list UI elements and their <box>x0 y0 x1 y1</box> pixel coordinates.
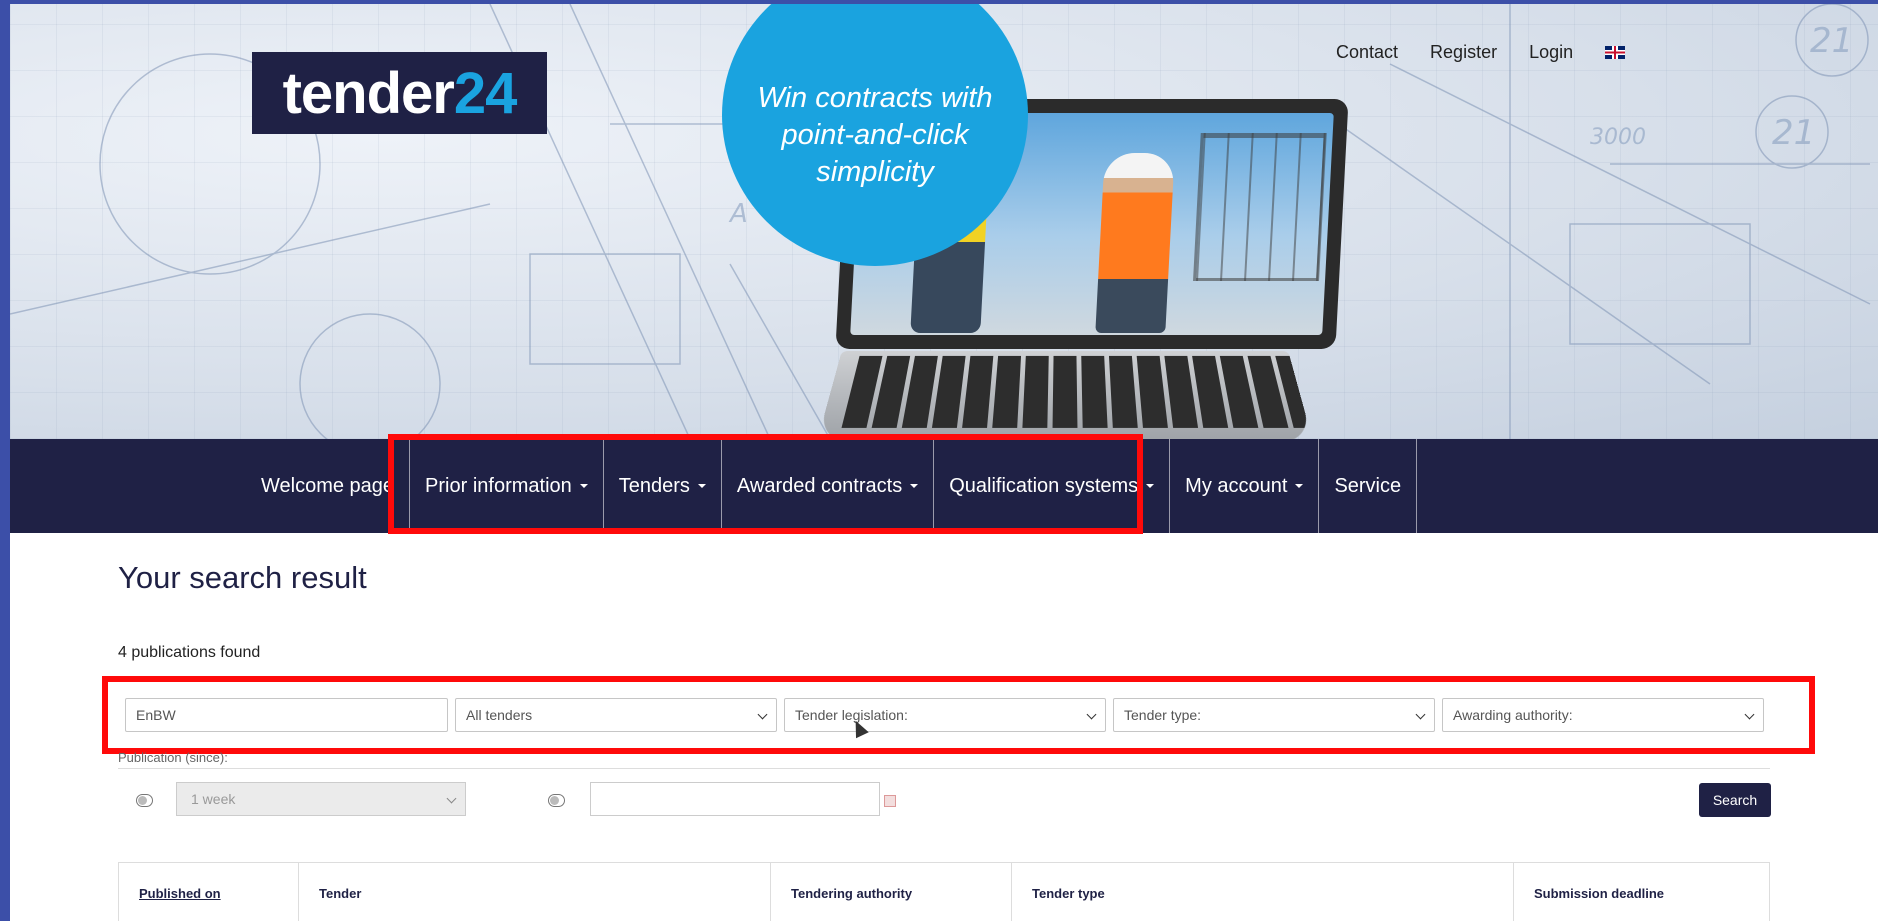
laptop-keyboard <box>817 351 1313 439</box>
column-submission-deadline: Submission deadline <box>1514 863 1769 921</box>
column-tendering-authority: Tendering authority <box>771 863 1012 921</box>
caret-down-icon <box>1146 484 1154 488</box>
tagline-text: Win contracts with point-and-click simpl… <box>745 80 1005 191</box>
chevron-down-icon <box>1745 710 1755 720</box>
search-input[interactable]: EnBW <box>125 698 448 732</box>
legislation-select-value: Tender legislation: <box>795 707 908 723</box>
page-title: Your search result <box>118 560 367 596</box>
nav-label: Awarded contracts <box>737 475 902 498</box>
caret-down-icon <box>910 484 918 488</box>
period-radio[interactable] <box>136 794 153 807</box>
chevron-down-icon <box>1416 710 1426 720</box>
worker-right <box>1095 153 1174 333</box>
login-link[interactable]: Login <box>1529 42 1573 63</box>
logo-text: tender <box>283 60 454 127</box>
date-radio[interactable] <box>548 794 565 807</box>
nav-label: Welcome page <box>261 475 394 498</box>
nav-label: Qualification systems <box>949 475 1138 498</box>
caret-down-icon <box>580 484 588 488</box>
search-button[interactable]: Search <box>1699 783 1771 817</box>
nav-item-qualification-systems[interactable]: Qualification systems <box>933 439 1169 533</box>
nav-item-welcome[interactable]: Welcome page <box>246 439 409 533</box>
scaffold-shape <box>1193 133 1327 281</box>
date-input[interactable] <box>590 782 880 816</box>
logo-number: 24 <box>454 60 517 127</box>
tenders-select[interactable]: All tenders <box>455 698 777 732</box>
hero-banner: 21 21 3000 A tender 24 Win contracts wit… <box>10 4 1878 439</box>
caret-down-icon <box>1295 484 1303 488</box>
nav-label: Tenders <box>619 475 690 498</box>
authority-select-value: Awarding authority: <box>1453 707 1573 723</box>
caret-down-icon <box>698 484 706 488</box>
chevron-down-icon <box>758 710 768 720</box>
contact-link[interactable]: Contact <box>1336 42 1398 63</box>
svg-text:21: 21 <box>1810 21 1853 61</box>
search-input-value: EnBW <box>136 707 176 723</box>
nav-label: Service <box>1334 475 1401 498</box>
nav-item-tenders[interactable]: Tenders <box>603 439 721 533</box>
nav-label: Prior information <box>425 475 572 498</box>
results-table-header: Published on Tender Tendering authority … <box>118 862 1770 921</box>
nav-item-awarded-contracts[interactable]: Awarded contracts <box>721 439 933 533</box>
nav-item-my-account[interactable]: My account <box>1169 439 1318 533</box>
nav-item-prior-information[interactable]: Prior information <box>409 439 603 533</box>
top-links: Contact Register Login <box>1336 42 1625 63</box>
column-tender: Tender <box>299 863 771 921</box>
page: 21 21 3000 A tender 24 Win contracts wit… <box>10 4 1878 921</box>
period-select[interactable]: 1 week <box>176 782 466 816</box>
column-published-on[interactable]: Published on <box>119 863 299 921</box>
tenders-select-value: All tenders <box>466 707 532 723</box>
nav-label: My account <box>1185 475 1287 498</box>
nav-item-service[interactable]: Service <box>1318 439 1417 533</box>
svg-text:3000: 3000 <box>1590 125 1646 150</box>
filter-bar: EnBW All tenders Tender legislation: Ten… <box>125 698 1764 732</box>
chevron-down-icon <box>1087 710 1097 720</box>
svg-text:21: 21 <box>1772 113 1815 153</box>
legislation-select[interactable]: Tender legislation: <box>784 698 1106 732</box>
svg-text:A: A <box>728 199 748 229</box>
register-link[interactable]: Register <box>1430 42 1497 63</box>
column-tender-type: Tender type <box>1012 863 1514 921</box>
chevron-down-icon <box>447 794 457 804</box>
main-navigation: Welcome page Prior information Tenders A… <box>10 439 1878 533</box>
results-count: 4 publications found <box>118 644 260 662</box>
uk-flag-icon[interactable] <box>1605 46 1625 59</box>
period-select-value: 1 week <box>191 791 235 807</box>
awarding-authority-select[interactable]: Awarding authority: <box>1442 698 1764 732</box>
publication-since-label: Publication (since): <box>118 750 228 765</box>
tender24-logo[interactable]: tender 24 <box>252 52 547 134</box>
calendar-icon[interactable] <box>884 795 896 807</box>
divider <box>118 768 1770 769</box>
tender-type-select-value: Tender type: <box>1124 707 1201 723</box>
tender-type-select[interactable]: Tender type: <box>1113 698 1435 732</box>
